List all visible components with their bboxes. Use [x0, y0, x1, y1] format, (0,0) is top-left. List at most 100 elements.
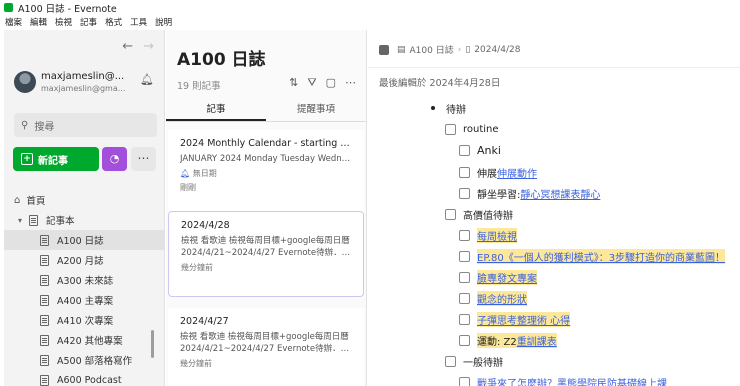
- menu-help[interactable]: 說明: [155, 16, 172, 28]
- note-card[interactable]: 2024 Monthly Calendar - starting Mo... 🔔…: [168, 130, 364, 216]
- note-list: A100 日誌 19 則記事 ⇅ ⛛ ▢ ⋯ 記事 提醒事項 2024 Mont…: [166, 30, 367, 386]
- filter-icon[interactable]: ⛛: [307, 76, 316, 90]
- checkbox[interactable]: [459, 187, 470, 199]
- sidebar-item-a500[interactable]: A500 部落格寫作: [4, 350, 164, 370]
- tab-reminders[interactable]: 提醒事項: [266, 101, 366, 121]
- note-editor: ▤ A100 日誌 › ▯ 2024/4/28 最後編輯於 2024年4月28日…: [368, 30, 740, 386]
- checklist-item-text: routine: [463, 123, 499, 135]
- note-link[interactable]: 子彈思考整理術 心得: [477, 311, 571, 327]
- checklist-item[interactable]: 臉專發文專案: [368, 267, 740, 287]
- note-card-selected[interactable]: 2024/4/28 檢視 看歌迪 檢視每周目標+google每周日曆 2024/…: [168, 211, 364, 297]
- new-task-button[interactable]: ◔: [102, 147, 127, 171]
- note-link[interactable]: 臉專發文專案: [477, 269, 537, 285]
- checklist-item[interactable]: 觀念的形狀: [368, 288, 740, 308]
- sidebar-item-label: 首頁: [26, 196, 46, 207]
- checkbox[interactable]: [445, 123, 456, 135]
- reminder-text: 無日期: [192, 169, 217, 178]
- sidebar-item-a200[interactable]: A200 月誌: [4, 250, 164, 270]
- checklist-item[interactable]: 一般待辦: [368, 351, 740, 371]
- sidebar-item-home[interactable]: ⌂ 首頁: [4, 190, 164, 210]
- search-icon: ⚲: [21, 119, 29, 131]
- menu-file[interactable]: 檔案: [5, 16, 22, 28]
- checkbox[interactable]: [445, 208, 456, 220]
- checklist-item[interactable]: 每周檢視: [368, 225, 740, 245]
- list-item[interactable]: 待辦: [368, 98, 740, 118]
- chevron-down-icon[interactable]: ▾: [18, 216, 27, 225]
- checklist-item[interactable]: 運動: Z2 重訓課表: [368, 330, 740, 350]
- checklist-item[interactable]: 靜坐學習: 靜心冥想課表靜心: [368, 183, 740, 203]
- note-link[interactable]: 重訓課表: [516, 332, 557, 348]
- note-link[interactable]: EP.80《一個人的獲利模式》：3步驟打造你的商業藍圖！: [477, 248, 726, 264]
- evernote-app-icon: [4, 3, 13, 12]
- checkbox[interactable]: [459, 292, 470, 304]
- note-link[interactable]: 觀念的形狀: [477, 290, 527, 306]
- note-link[interactable]: 戰爭來了怎麼辦？黑熊學院民防基礎線上課: [477, 375, 667, 386]
- back-arrow-icon[interactable]: ←: [122, 39, 133, 54]
- checklist-item[interactable]: 伸展 伸展動作: [368, 162, 740, 182]
- checkbox[interactable]: [459, 334, 470, 346]
- checklist-item[interactable]: Anki: [368, 140, 740, 160]
- expand-editor-icon[interactable]: [379, 44, 389, 55]
- note-count: 19 則記事: [177, 81, 221, 92]
- checklist-item[interactable]: 子彈思考整理術 心得: [368, 309, 740, 329]
- sidebar-scrollbar[interactable]: [151, 330, 154, 358]
- note-card[interactable]: 2024/4/27 檢視 看歌迪 檢視每周目標+google每周日曆 2024/…: [168, 308, 364, 386]
- notebook-icon: ▤: [397, 44, 406, 55]
- checkbox[interactable]: [459, 166, 470, 178]
- checklist-item[interactable]: EP.80《一個人的獲利模式》：3步驟打造你的商業藍圖！: [368, 246, 740, 266]
- forward-arrow-icon[interactable]: →: [143, 39, 154, 54]
- checklist-item-text: 靜坐學習:: [477, 189, 521, 201]
- checkbox[interactable]: [459, 144, 470, 156]
- sidebar-tree: ⌂ 首頁 ▾ 記事本 A100 日誌 A200 月誌 A300 未來誌 A400…: [4, 190, 164, 386]
- tab-notes[interactable]: 記事: [166, 101, 266, 121]
- menu-edit[interactable]: 編輯: [30, 16, 47, 28]
- menu-note[interactable]: 記事: [80, 16, 97, 28]
- note-link[interactable]: 靜心冥想課表靜心: [520, 186, 600, 201]
- account-switcher[interactable]: maxjameslin@... maxjameslin@gma... 🔔︎: [14, 70, 154, 96]
- sidebar: ← → maxjameslin@... maxjameslin@gma... 🔔…: [4, 30, 165, 386]
- note-link[interactable]: 每周檢視: [477, 227, 517, 243]
- sidebar-item-notebooks[interactable]: ▾ 記事本: [4, 210, 164, 230]
- sidebar-item-a600[interactable]: A600 Podcast: [4, 370, 164, 386]
- breadcrumb-notebook[interactable]: A100 日誌: [410, 43, 454, 56]
- new-note-label: 新記事: [38, 155, 68, 167]
- search-input[interactable]: ⚲ 搜尋: [14, 113, 157, 137]
- note-card-reminder: 🔔︎ 無日期: [180, 168, 352, 179]
- sidebar-item-a400[interactable]: A400 主專案: [4, 290, 164, 310]
- checklist-item[interactable]: routine: [368, 119, 740, 139]
- note-list-tabs: 記事 提醒事項: [166, 101, 366, 122]
- note-card-title-text: 2024 Monthly Calendar - starting Mo...: [180, 138, 352, 149]
- more-actions-button[interactable]: ⋯: [131, 147, 156, 171]
- note-card-title: 2024 Monthly Calendar - starting Mo... 🔔…: [180, 138, 352, 149]
- more-options-icon[interactable]: ⋯: [345, 76, 356, 90]
- sort-icon[interactable]: ⇅: [289, 76, 298, 90]
- checklist-item[interactable]: 高價值待辦: [368, 204, 740, 224]
- ellipsis-icon: ⋯: [137, 151, 150, 165]
- menu-tools[interactable]: 工具: [130, 16, 147, 28]
- breadcrumb: ▤ A100 日誌 › ▯ 2024/4/28: [379, 43, 520, 56]
- notebook-icon: [40, 334, 49, 346]
- view-options-icon[interactable]: ▢: [326, 76, 336, 90]
- sidebar-item-a420[interactable]: A420 其他專案: [4, 330, 164, 350]
- notification-bell-icon[interactable]: 🔔︎: [140, 73, 154, 86]
- checklist-item[interactable]: 戰爭來了怎麼辦？黑熊學院民防基礎線上課: [368, 372, 740, 386]
- checkbox[interactable]: [459, 313, 470, 325]
- note-link[interactable]: 伸展動作: [497, 165, 537, 180]
- checkbox[interactable]: [445, 355, 456, 367]
- menu-format[interactable]: 格式: [105, 16, 122, 28]
- sidebar-item-a410[interactable]: A410 次專案: [4, 310, 164, 330]
- checkbox[interactable]: [459, 271, 470, 283]
- note-card-snippet: JANUARY 2024 Monday Tuesday Wedne...: [180, 154, 352, 164]
- new-note-button[interactable]: + 新記事: [13, 147, 99, 171]
- menu-view[interactable]: 檢視: [55, 16, 72, 28]
- plus-icon: +: [21, 153, 33, 165]
- sidebar-item-label: A100 日誌: [57, 236, 104, 247]
- sidebar-item-a100[interactable]: A100 日誌: [4, 230, 164, 250]
- note-card-time: 幾分鐘前: [180, 359, 212, 368]
- note-card-title: 2024/4/28: [181, 220, 230, 231]
- checkbox[interactable]: [459, 250, 470, 262]
- checkbox[interactable]: [459, 229, 470, 241]
- checkbox[interactable]: [459, 376, 470, 386]
- sidebar-item-label: A420 其他專案: [57, 336, 123, 347]
- sidebar-item-a300[interactable]: A300 未來誌: [4, 270, 164, 290]
